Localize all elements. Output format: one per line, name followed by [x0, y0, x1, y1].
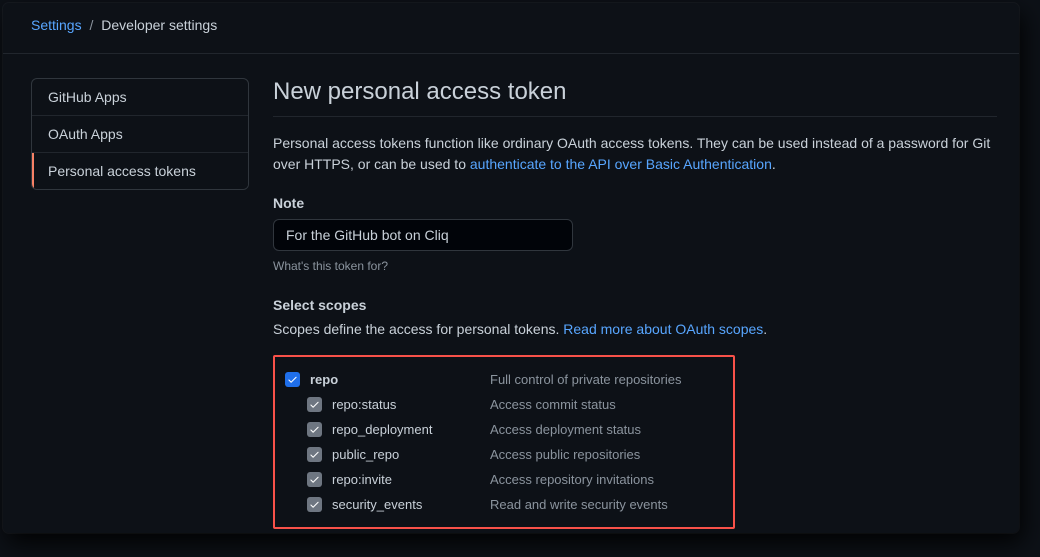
main-content: New personal access token Personal acces…: [273, 78, 997, 529]
checkbox-security-events[interactable]: [307, 497, 322, 512]
scope-row-repo-status: repo:status Access commit status: [285, 392, 723, 417]
breadcrumb-parent-link[interactable]: Settings: [31, 17, 82, 33]
check-icon: [309, 449, 320, 460]
scope-row-security-events: security_events Read and write security …: [285, 492, 723, 517]
auth-api-link[interactable]: authenticate to the API over Basic Authe…: [470, 156, 772, 172]
page-description: Personal access tokens function like ord…: [273, 133, 997, 175]
sidebar-item-oauth-apps[interactable]: OAuth Apps: [32, 116, 248, 153]
checkbox-repo[interactable]: [285, 372, 300, 387]
scope-name: repo: [310, 372, 480, 387]
breadcrumb-separator: /: [89, 17, 93, 33]
checkbox-repo-deployment[interactable]: [307, 422, 322, 437]
checkbox-repo-status[interactable]: [307, 397, 322, 412]
note-hint: What's this token for?: [273, 259, 997, 273]
page-title: New personal access token: [273, 78, 997, 117]
checkbox-repo-invite[interactable]: [307, 472, 322, 487]
breadcrumb-current: Developer settings: [101, 17, 217, 33]
scope-name: public_repo: [332, 447, 480, 462]
oauth-scopes-link[interactable]: Read more about OAuth scopes: [563, 321, 763, 337]
scope-row-public-repo: public_repo Access public repositories: [285, 442, 723, 467]
scopes-highlight-box: repo Full control of private repositorie…: [273, 355, 735, 529]
scope-desc: Access commit status: [490, 397, 616, 412]
checkbox-public-repo[interactable]: [307, 447, 322, 462]
scope-name: security_events: [332, 497, 480, 512]
scope-name: repo:status: [332, 397, 480, 412]
scope-row-repo: repo Full control of private repositorie…: [285, 367, 723, 392]
scope-desc: Full control of private repositories: [490, 372, 681, 387]
sidebar-item-github-apps[interactable]: GitHub Apps: [32, 79, 248, 116]
check-icon: [309, 499, 320, 510]
scope-name: repo_deployment: [332, 422, 480, 437]
scope-row-repo-deployment: repo_deployment Access deployment status: [285, 417, 723, 442]
scope-desc: Access public repositories: [490, 447, 640, 462]
scope-desc: Read and write security events: [490, 497, 668, 512]
scope-desc: Access repository invitations: [490, 472, 654, 487]
breadcrumb: Settings / Developer settings: [3, 3, 1019, 54]
scope-row-repo-invite: repo:invite Access repository invitation…: [285, 467, 723, 492]
check-icon: [309, 399, 320, 410]
note-input[interactable]: [273, 219, 573, 251]
scopes-description: Scopes define the access for personal to…: [273, 321, 997, 337]
check-icon: [309, 474, 320, 485]
sidebar: GitHub Apps OAuth Apps Personal access t…: [31, 78, 249, 529]
check-icon: [287, 374, 298, 385]
note-label: Note: [273, 195, 997, 211]
sidebar-item-personal-access-tokens[interactable]: Personal access tokens: [32, 153, 248, 189]
scope-desc: Access deployment status: [490, 422, 641, 437]
scope-name: repo:invite: [332, 472, 480, 487]
check-icon: [309, 424, 320, 435]
select-scopes-heading: Select scopes: [273, 297, 997, 313]
